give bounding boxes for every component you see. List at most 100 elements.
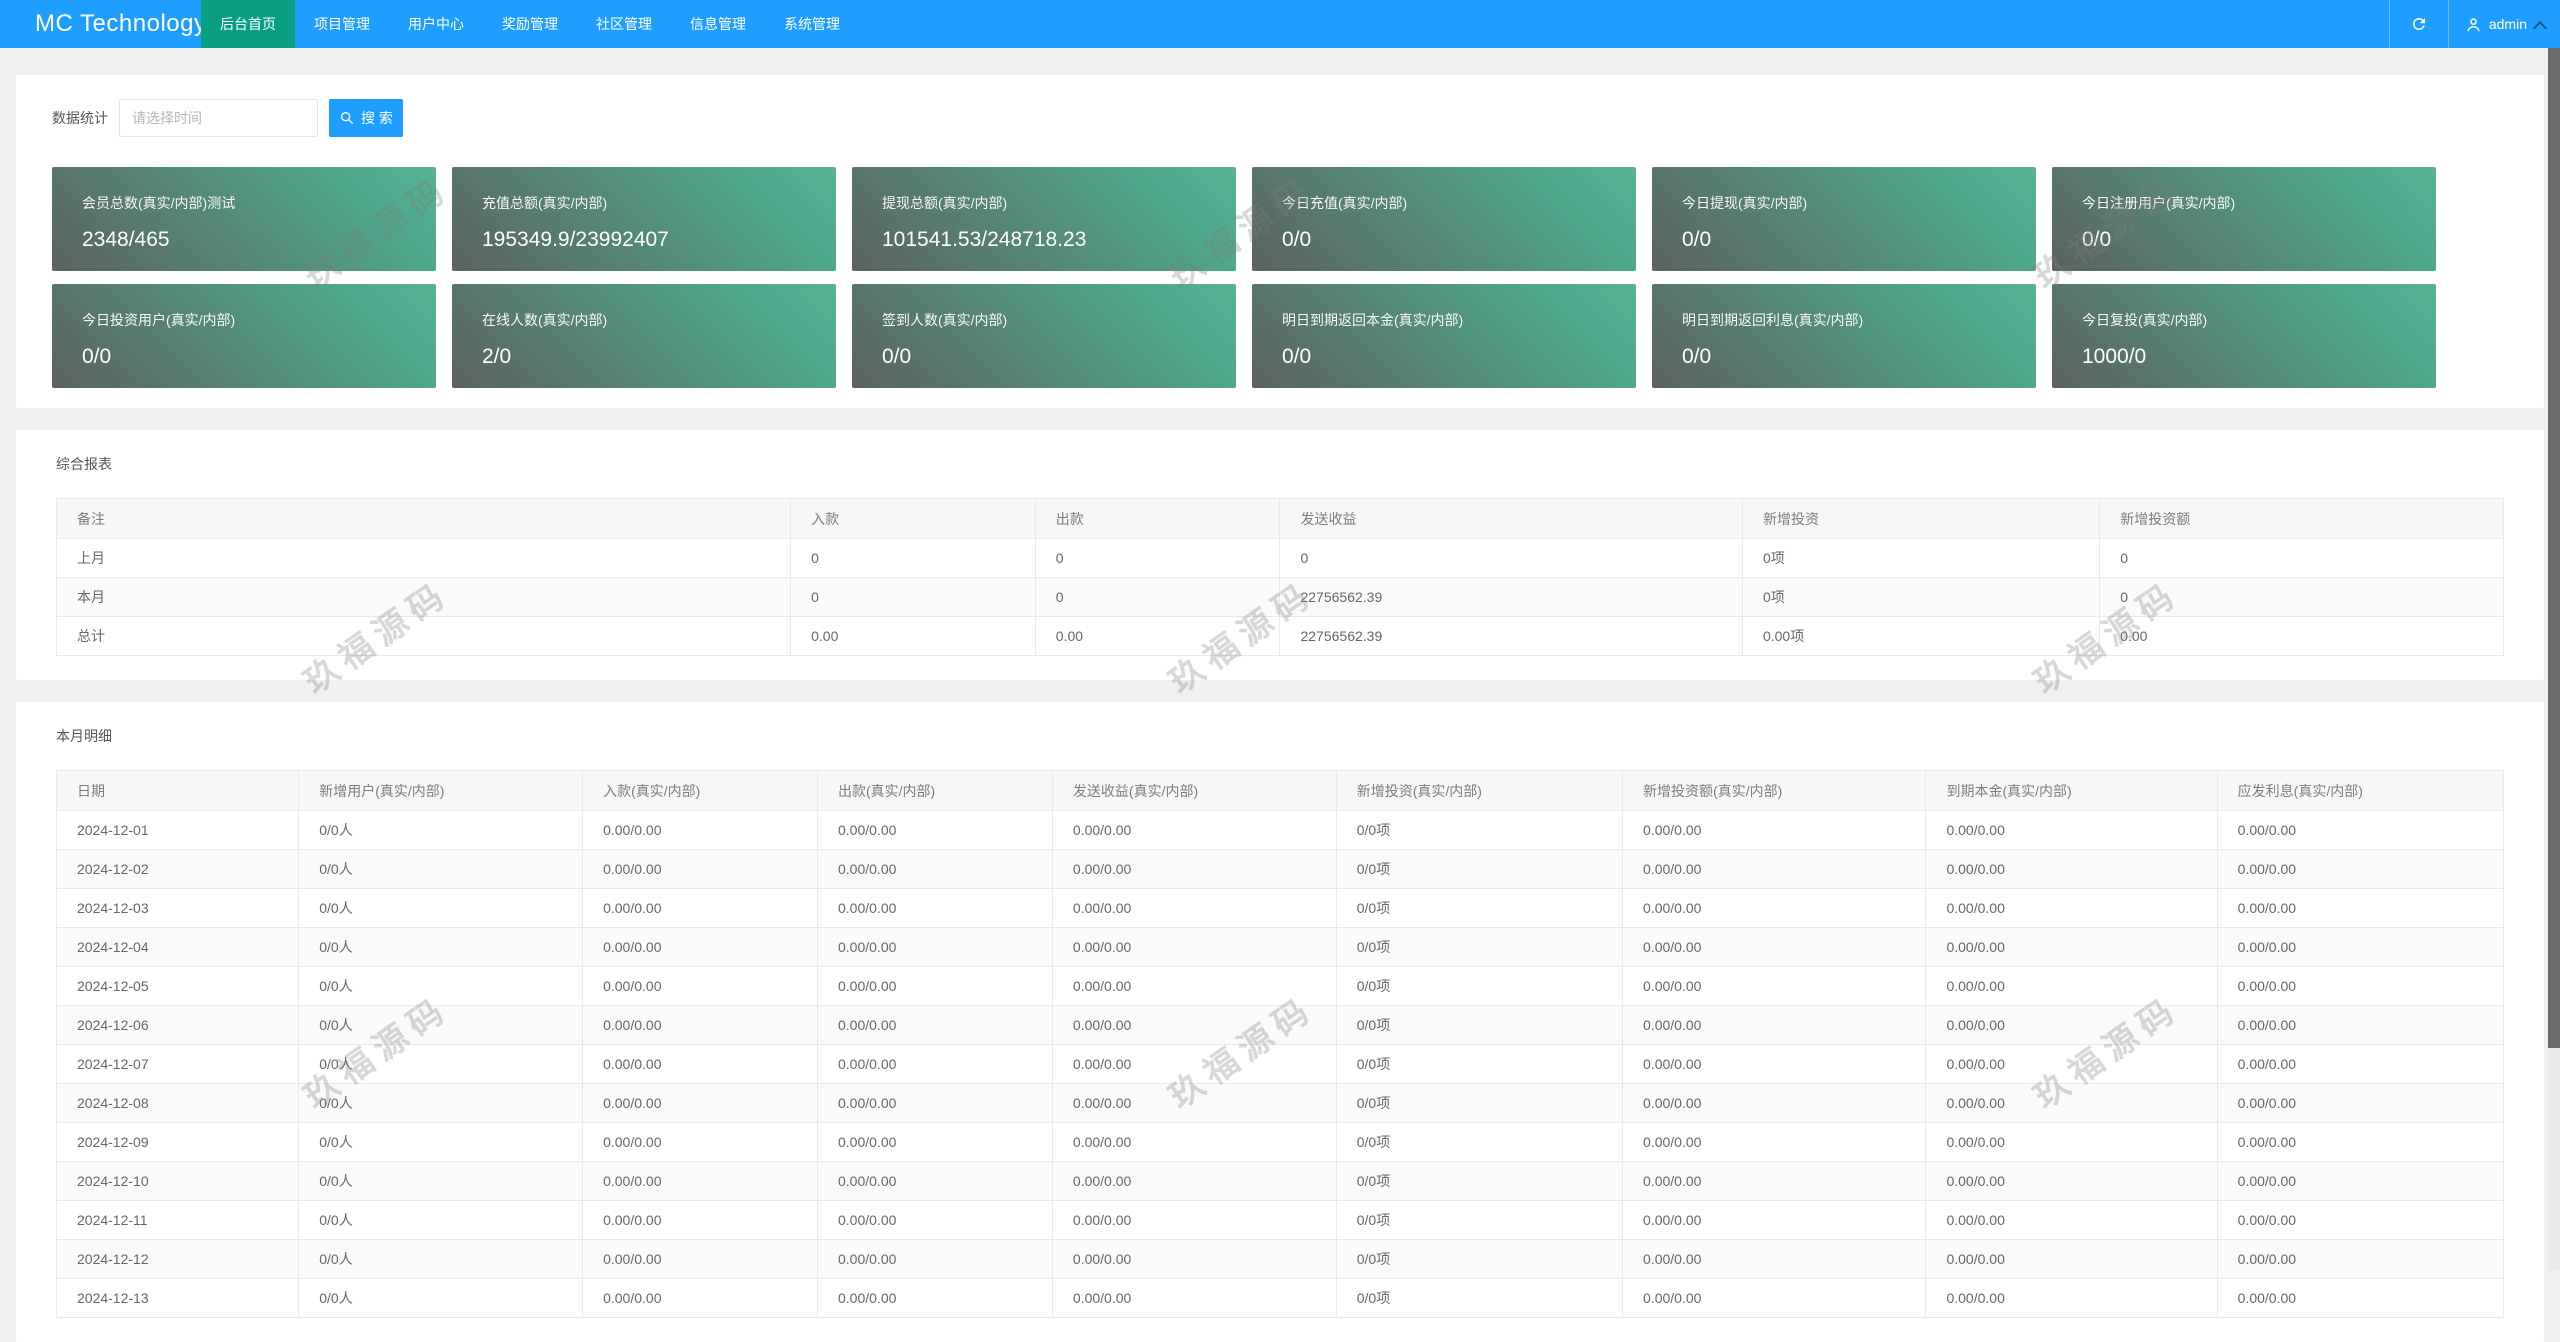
table-cell: 0.00/0.00 [1051,1161,1337,1201]
search-button-label: 搜 索 [361,110,393,126]
table-cell: 0/0项 [1335,1161,1624,1201]
stat-card-title: 今日复投(真实/内部) [2082,311,2208,328]
stat-card-value: 101541.53/248718.23 [882,227,1087,251]
table-cell: 0/0项 [1335,1278,1624,1318]
nav-item-4[interactable]: 奖励管理 [483,0,577,48]
table-cell: 0.00/0.00 [1925,1083,2218,1123]
refresh-button[interactable] [2390,0,2448,48]
table-cell: 2024-12-07 [55,1044,300,1084]
table-cell: 0.00/0.00 [582,966,818,1006]
table-cell: 0 [790,538,1036,578]
table-cell: 2024-12-11 [55,1200,300,1240]
stat-card-title: 会员总数(真实/内部)测试 [82,194,236,211]
table-cell: 0/0人 [298,1083,584,1123]
stat-card-value: 195349.9/23992407 [482,227,669,251]
table-row: 2024-12-05 0/0人 0.00/0.00 0.00/0.00 0.00/0.0… [55,966,2505,1006]
table-cell: 0/0项 [1335,966,1624,1006]
table-cell: 0.00/0.00 [817,888,1053,928]
table-cell: 0.00/0.00 [582,888,818,928]
stat-card-value: 2/0 [482,344,512,368]
date-range-input[interactable] [119,99,318,137]
table-cell: 2024-12-02 [55,849,300,889]
table-cell: 2024-12-01 [55,810,300,850]
stat-card-value: 0/0 [1682,344,1712,368]
column-header: 新增投资(真实/内部) [1335,770,1624,811]
column-header: 新增用户(真实/内部) [298,770,584,811]
stat-card-value: 0/0 [1682,227,1712,251]
table-cell: 0.00/0.00 [582,1278,818,1318]
table-cell: 2024-12-10 [55,1161,300,1201]
nav-item-6[interactable]: 信息管理 [671,0,765,48]
column-header: 入款 [790,498,1036,539]
table-cell: 0/0人 [298,888,584,928]
nav-item-1[interactable]: 后台首页 [201,0,295,48]
table-cell: 0/0人 [298,1044,584,1084]
table-cell: 0.00/0.00 [1925,1239,2218,1279]
detail-table: 日期 新增用户(真实/内部) 入款(真实/内部) 出款(真实/内部) 发送收益(真实/内… [55,770,2505,1318]
stat-card-value: 0/0 [882,344,912,368]
table-cell: 2024-12-06 [55,1005,300,1045]
table-cell: 0.00/0.00 [1925,1278,2218,1318]
top-navbar: MC Technology 后台首页 项目管理 用户中心 奖励管理 社区管理 信息管理 系统… [0,0,2560,48]
stat-card-12: 今日复投(真实/内部) 1000/0 [2052,284,2436,388]
nav-item-5[interactable]: 社区管理 [577,0,671,48]
table-cell: 22756562.39 [1279,577,1743,617]
stat-card-1: 会员总数(真实/内部)测试 2348/465 [52,167,436,271]
nav-item-2[interactable]: 项目管理 [295,0,389,48]
stat-card-11: 明日到期返回利息(真实/内部) 0/0 [1652,284,2036,388]
table-cell: 0/0人 [298,849,584,889]
table-cell: 0.00/0.00 [1051,966,1337,1006]
table-cell: 0项 [1741,538,2101,578]
search-button[interactable]: 搜 索 [329,99,403,137]
table-cell: 0.00/0.00 [1622,1083,1927,1123]
table-cell: 0.00/0.00 [1051,1200,1337,1240]
refresh-icon [2410,15,2428,33]
table-cell: 0.00 [790,616,1036,656]
table-cell: 0.00/0.00 [1925,849,2218,889]
table-cell: 2024-12-13 [55,1278,300,1318]
table-cell: 0 [1279,538,1743,578]
table-cell: 0.00/0.00 [1925,1044,2218,1084]
table-cell: 0/0项 [1335,1122,1624,1162]
page-scrollbar[interactable] [2548,48,2560,1271]
table-cell: 0.00/0.00 [2216,966,2505,1006]
table-cell: 0/0人 [298,966,584,1006]
table-row: 本月 0 0 22756562.39 0项 0 [55,577,2504,617]
table-cell: 0/0人 [298,1005,584,1045]
table-cell: 0.00/0.00 [1051,1278,1337,1318]
stat-card-4: 今日充值(真实/内部) 0/0 [1252,167,1636,271]
table-row: 上月 0 0 0 0项 0 [55,538,2504,578]
scrollbar-thumb[interactable] [2548,48,2560,1048]
table-cell: 0项 [1741,577,2101,617]
stat-card-5: 今日提现(真实/内部) 0/0 [1652,167,2036,271]
table-cell: 0.00/0.00 [817,1044,1053,1084]
stat-card-title: 今日充值(真实/内部) [1282,194,1408,211]
column-header: 入款(真实/内部) [582,770,818,811]
table-cell: 0.00/0.00 [1051,1239,1337,1279]
stat-card-title: 今日注册用户(真实/内部) [2082,194,2236,211]
table-cell: 0/0人 [298,1161,584,1201]
stat-card-value: 0/0 [1282,227,1312,251]
table-row: 2024-12-11 0/0人 0.00/0.00 0.00/0.00 0.00/0.0… [55,1200,2505,1240]
table-row: 2024-12-10 0/0人 0.00/0.00 0.00/0.00 0.00/0.0… [55,1161,2505,1201]
stat-card-title: 今日提现(真实/内部) [1682,194,1808,211]
person-icon [2465,16,2482,33]
table-cell: 0.00/0.00 [1622,1278,1927,1318]
nav-item-3[interactable]: 用户中心 [389,0,483,48]
table-cell: 0/0项 [1335,1083,1624,1123]
column-header: 到期本金(真实/内部) [1925,770,2218,811]
table-cell: 0.00/0.00 [582,1200,818,1240]
table-cell: 0.00/0.00 [582,1239,818,1279]
table-cell: 0.00/0.00 [817,1005,1053,1045]
table-cell: 0.00 [2099,616,2504,656]
username-label: admin [2488,16,2527,32]
stat-card-6: 今日注册用户(真实/内部) 0/0 [2052,167,2436,271]
detail-title: 本月明细 [56,728,112,744]
table-cell: 0.00/0.00 [1925,1122,2218,1162]
table-cell: 0.00/0.00 [2216,1278,2505,1318]
table-cell: 总计 [55,616,792,656]
nav-item-7[interactable]: 系统管理 [765,0,859,48]
table-cell: 0.00/0.00 [1925,927,2218,967]
user-menu[interactable]: admin [2449,0,2560,48]
column-header: 应发利息(真实/内部) [2216,770,2505,811]
